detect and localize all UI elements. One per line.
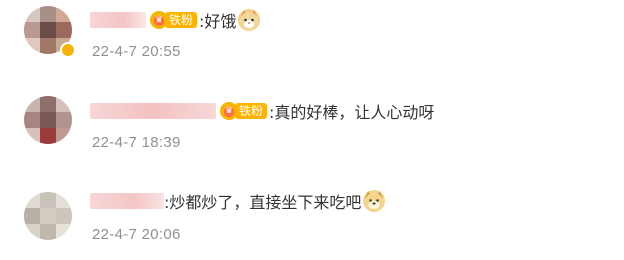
comment-line: ♛ 铁粉 :好饿 bbox=[90, 9, 261, 31]
avatar[interactable] bbox=[24, 96, 72, 144]
comment-line: :炒都炒了，直接坐下来吃吧 bbox=[90, 190, 386, 212]
comment-text: :真的好棒，让人心动呀 bbox=[269, 103, 435, 122]
username[interactable] bbox=[90, 193, 164, 209]
doge-emoji bbox=[363, 190, 386, 212]
fan-badge[interactable]: ♛ 铁粉 bbox=[220, 102, 268, 120]
cat-face-emoji bbox=[238, 9, 261, 31]
avatar[interactable] bbox=[24, 192, 72, 240]
comment-time: 22-4-7 20:06 bbox=[92, 226, 181, 243]
comment-item: ♛ 铁粉 :真的好棒，让人心动呀 22-4-7 18:39 bbox=[0, 88, 624, 168]
fan-badge-label: 铁粉 bbox=[235, 103, 268, 119]
comment-item: :炒都炒了，直接坐下来吃吧 22-4-7 20:06 bbox=[0, 178, 624, 258]
comment-item: ♛ 铁粉 :好饿 22-4-7 20:55 bbox=[0, 0, 624, 80]
fan-badge-label: 铁粉 bbox=[165, 12, 198, 28]
comment-text: :好饿 bbox=[199, 12, 237, 31]
vip-badge-icon bbox=[60, 42, 76, 58]
comment-line: ♛ 铁粉 :真的好棒，让人心动呀 bbox=[90, 100, 434, 122]
comment-time: 22-4-7 20:55 bbox=[92, 43, 181, 60]
username[interactable] bbox=[90, 12, 146, 28]
fan-badge[interactable]: ♛ 铁粉 bbox=[150, 11, 198, 29]
comment-text: :炒都炒了，直接坐下来吃吧 bbox=[164, 193, 362, 212]
username[interactable] bbox=[90, 103, 216, 119]
comment-time: 22-4-7 18:39 bbox=[92, 134, 181, 151]
